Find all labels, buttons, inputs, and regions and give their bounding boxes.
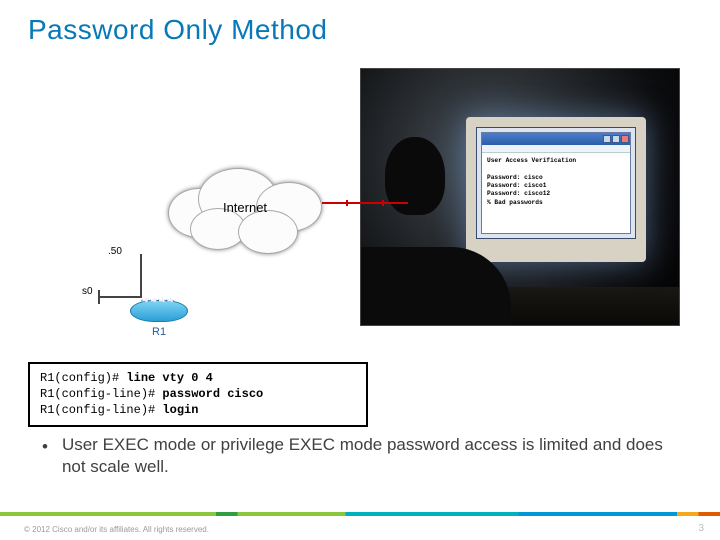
- terminal-line: Password: cisco: [487, 174, 543, 181]
- bullet-text: User EXEC mode or privilege EXEC mode pa…: [62, 434, 690, 478]
- minimize-icon: [603, 135, 611, 143]
- terminal-heading: User Access Verification: [487, 157, 576, 164]
- link-terminator: [98, 290, 100, 304]
- internet-cloud: Internet: [160, 164, 330, 256]
- bullet-point: • User EXEC mode or privilege EXEC mode …: [42, 434, 690, 478]
- brand-stripe: [0, 512, 720, 516]
- cli-command: login: [162, 403, 198, 417]
- cli-prompt: R1(config-line)#: [40, 387, 162, 401]
- monitor-screen: User Access Verification Password: cisco…: [476, 127, 636, 239]
- router-icon: [130, 292, 188, 328]
- cli-command: password cisco: [162, 387, 263, 401]
- diagram: User Access Verification Password: cisco…: [40, 68, 680, 348]
- terminal-body: User Access Verification Password: cisco…: [482, 153, 630, 211]
- window-titlebar: [482, 133, 630, 145]
- window-menubar: [482, 145, 630, 153]
- cli-command: line vty 0 4: [126, 371, 212, 385]
- maximize-icon: [612, 135, 620, 143]
- terminal-line: Password: cisco1: [487, 182, 546, 189]
- copyright-text: © 2012 Cisco and/or its affiliates. All …: [24, 525, 209, 534]
- terminal-line: Password: cisco12: [487, 190, 550, 197]
- interface-label: .50: [108, 246, 122, 257]
- serial-link-line: [322, 202, 408, 204]
- bullet-icon: •: [42, 434, 48, 478]
- cli-prompt: R1(config)#: [40, 371, 126, 385]
- slide-title: Password Only Method: [28, 14, 327, 46]
- cli-config-box: R1(config)# line vty 0 4 R1(config-line)…: [28, 362, 368, 427]
- router-label: R1: [152, 326, 166, 338]
- terminal-line: % Bad passwords: [487, 199, 543, 206]
- crt-monitor: User Access Verification Password: cisco…: [466, 117, 646, 262]
- cloud-label: Internet: [160, 200, 330, 215]
- user-at-computer-photo: User Access Verification Password: cisco…: [360, 68, 680, 326]
- cli-prompt: R1(config-line)#: [40, 403, 162, 417]
- interface-label: s0: [82, 286, 93, 297]
- close-icon: [621, 135, 629, 143]
- terminal-window: User Access Verification Password: cisco…: [481, 132, 631, 234]
- page-number: 3: [698, 523, 704, 534]
